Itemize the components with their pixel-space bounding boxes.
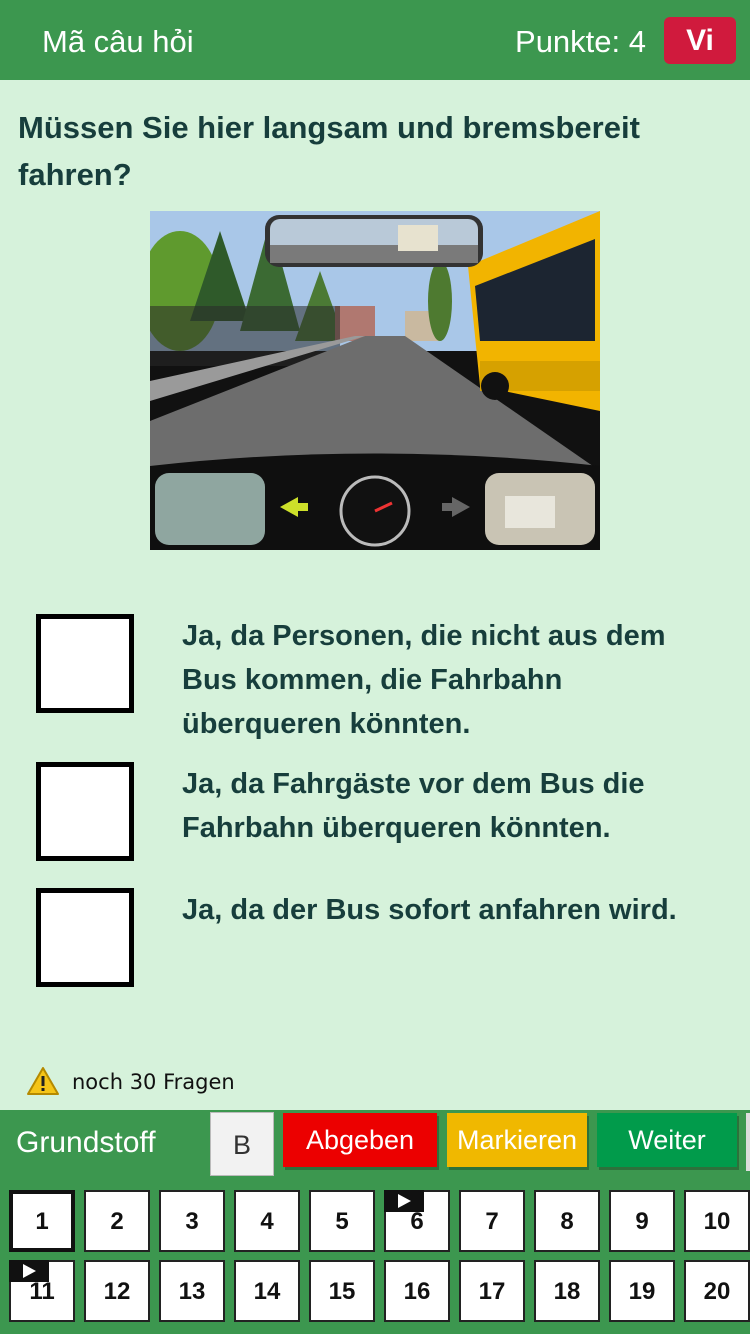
question-number-label: 14 — [253, 1278, 281, 1305]
question-number-label: 9 — [635, 1208, 649, 1235]
action-bar: Grundstoff B Abgeben Markieren Weiter — [0, 1110, 750, 1178]
warning-icon — [27, 1067, 59, 1095]
question-navigator: 1 2 3 4 5 6 7 8 9 10 11 12 13 14 15 16 17 18 19 20 — [0, 1178, 750, 1334]
question-number-11[interactable]: 11 — [9, 1260, 75, 1322]
question-number-label: 15 — [328, 1278, 356, 1305]
question-text: Müssen Sie hier langsam und bremsbereit … — [18, 110, 640, 192]
flag-icon — [9, 1260, 49, 1282]
answer-text-3[interactable]: Ja, da der Bus sofort anfahren wird. — [182, 888, 722, 932]
question-number-label: 10 — [703, 1208, 731, 1235]
answer-checkbox-3[interactable] — [36, 888, 134, 987]
question-number-12[interactable]: 12 — [84, 1260, 150, 1322]
question-number-8[interactable]: 8 — [534, 1190, 600, 1252]
question-number-label: 16 — [403, 1278, 431, 1305]
remaining-questions-text: noch 30 Fragen — [72, 1070, 235, 1094]
submit-button[interactable]: Abgeben — [283, 1113, 437, 1167]
question-number-7[interactable]: 7 — [459, 1190, 525, 1252]
answer-text-1[interactable]: Ja, da Personen, die nicht aus dem Bus k… — [182, 614, 722, 746]
traffic-scene-image — [150, 211, 600, 550]
question-number-13[interactable]: 13 — [159, 1260, 225, 1322]
question-number-6[interactable]: 6 — [384, 1190, 450, 1252]
question-number-label: 18 — [553, 1278, 581, 1305]
score-label: Punkte: 4 — [515, 24, 646, 59]
question-number-9[interactable]: 9 — [609, 1190, 675, 1252]
question-number-3[interactable]: 3 — [159, 1190, 225, 1252]
next-button[interactable]: Weiter — [597, 1113, 737, 1167]
app-header: Mã câu hỏi Punkte: 4 Vi — [0, 0, 750, 80]
question-number-2[interactable]: 2 — [84, 1190, 150, 1252]
question-number-label: 11 — [29, 1278, 55, 1305]
question-number-4[interactable]: 4 — [234, 1190, 300, 1252]
question-number-label: 20 — [703, 1278, 731, 1305]
mark-button[interactable]: Markieren — [447, 1113, 587, 1167]
question-number-label: 5 — [335, 1208, 349, 1235]
question-number-label: 7 — [485, 1208, 499, 1235]
question-number-label: 17 — [478, 1278, 506, 1305]
question-number-label: 8 — [560, 1208, 574, 1235]
question-number-19[interactable]: 19 — [609, 1260, 675, 1322]
question-id-label: Mã câu hỏi — [42, 24, 194, 59]
question-number-label: 13 — [178, 1278, 206, 1305]
answer-checkbox-2[interactable] — [36, 762, 134, 861]
question-number-1[interactable]: 1 — [9, 1190, 75, 1252]
question-number-20[interactable]: 20 — [684, 1260, 750, 1322]
question-number-label: 4 — [260, 1208, 274, 1235]
question-number-label: 3 — [185, 1208, 199, 1235]
question-number-18[interactable]: 18 — [534, 1260, 600, 1322]
question-number-label: 1 — [35, 1208, 49, 1235]
answer-checkbox-1[interactable] — [36, 614, 134, 713]
question-number-label: 6 — [410, 1208, 424, 1235]
question-number-5[interactable]: 5 — [309, 1190, 375, 1252]
question-number-10[interactable]: 10 — [684, 1190, 750, 1252]
category-label: Grundstoff — [16, 1126, 156, 1159]
question-number-label: 19 — [628, 1278, 656, 1305]
question-number-15[interactable]: 15 — [309, 1260, 375, 1322]
question-number-14[interactable]: 14 — [234, 1260, 300, 1322]
class-b-button[interactable]: B — [210, 1112, 274, 1176]
question-number-label: 12 — [103, 1278, 131, 1305]
flag-icon — [384, 1190, 424, 1212]
question-number-16[interactable]: 16 — [384, 1260, 450, 1322]
language-button[interactable]: Vi — [664, 17, 736, 64]
scroll-edge — [746, 1113, 750, 1171]
question-number-label: 2 — [110, 1208, 124, 1235]
question-number-17[interactable]: 17 — [459, 1260, 525, 1322]
answer-text-2[interactable]: Ja, da Fahrgäste vor dem Bus die Fahrbah… — [182, 762, 722, 850]
